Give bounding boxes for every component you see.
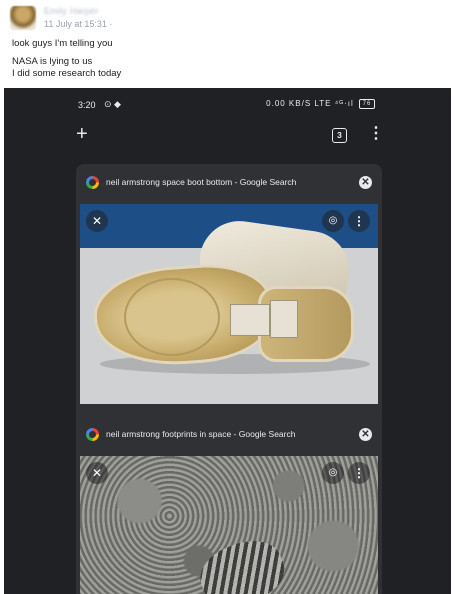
lens-icon[interactable]: ◎ [322, 210, 344, 232]
post-text-line: I did some research today [12, 68, 122, 79]
status-time: 3:20 [78, 100, 96, 110]
close-tab-button[interactable]: ✕ [359, 428, 372, 441]
close-icon[interactable]: ✕ [86, 210, 108, 232]
battery-icon: 76 [359, 99, 375, 109]
facebook-post: Emily Harper 11 July at 15:31 · look guy… [0, 0, 456, 88]
network-speed: 0.00 KB/S LTE [266, 99, 335, 109]
google-icon [86, 176, 99, 189]
tab-count-button[interactable]: 3 [332, 128, 347, 143]
signal-icon: ⁴ᴳ·ıl [334, 99, 354, 109]
status-left-icons: ⊙ ◆ [104, 99, 121, 109]
tab-thumbnail[interactable]: ✕ ◎ ⋮ [80, 456, 378, 594]
tab-title: neil armstrong footprints in space - Goo… [106, 429, 296, 439]
post-text-line: NASA is lying to us [12, 56, 93, 67]
post-timestamp[interactable]: 11 July at 15:31 · [44, 19, 112, 29]
close-icon[interactable]: ✕ [86, 462, 108, 484]
more-vert-icon: ⋮ [368, 125, 384, 142]
phone-screenshot: 3:20 ⊙ ◆ 0.00 KB/S LTE ⁴ᴳ·ıl 76 + 3 ⋮ ne… [4, 88, 451, 594]
post-text-line: look guys I'm telling you [12, 38, 113, 49]
author-name[interactable]: Emily Harper [44, 6, 98, 16]
boot-photo [80, 204, 378, 404]
more-vert-button[interactable]: ⋮ [368, 124, 384, 144]
tab-thumbnail[interactable]: ✕ ◎ ⋮ [80, 204, 378, 404]
google-icon [86, 428, 99, 441]
lens-icon[interactable]: ◎ [322, 462, 344, 484]
more-vert-icon[interactable]: ⋮ [348, 210, 370, 232]
close-tab-button[interactable]: ✕ [359, 176, 372, 189]
tab-card-header: neil armstrong space boot bottom - Googl… [76, 164, 382, 202]
status-right-info: 0.00 KB/S LTE ⁴ᴳ·ıl 76 [266, 99, 375, 109]
status-bar: 3:20 ⊙ ◆ 0.00 KB/S LTE ⁴ᴳ·ıl 76 [4, 88, 451, 118]
tab-title: neil armstrong space boot bottom - Googl… [106, 177, 297, 187]
tab-card-header: neil armstrong footprints in space - Goo… [76, 416, 382, 454]
new-tab-button[interactable]: + [76, 124, 88, 144]
plus-icon: + [76, 123, 88, 145]
avatar[interactable] [10, 6, 36, 30]
tab-card[interactable]: neil armstrong footprints in space - Goo… [76, 416, 382, 594]
footprint [192, 531, 292, 594]
more-vert-icon[interactable]: ⋮ [348, 462, 370, 484]
